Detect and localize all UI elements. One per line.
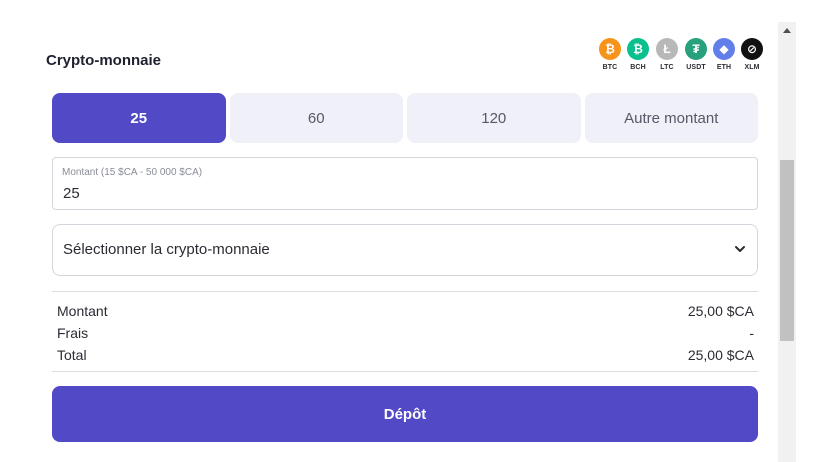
summary-total-label: Total <box>57 347 87 363</box>
coin-usdt: ₮ USDT <box>683 38 709 71</box>
crypto-deposit-panel: Crypto-monnaie ₿ BTC ₿ BCH Ł LTC ₮ USDT … <box>0 0 778 462</box>
coin-bch: ₿ BCH <box>625 38 651 71</box>
amount-option-other[interactable]: Autre montant <box>584 93 758 143</box>
summary-amount-label: Montant <box>57 303 108 319</box>
summary-row-amount: Montant 25,00 $CA <box>57 301 754 323</box>
section-title: Crypto-monnaie <box>46 52 162 69</box>
coin-label: LTC <box>660 64 674 71</box>
scrollbar-thumb[interactable] <box>780 160 794 341</box>
coin-xlm: ⊘ XLM <box>739 38 765 71</box>
coin-label: XLM <box>744 64 760 71</box>
ethereum-icon: ◆ <box>713 38 735 60</box>
amount-option-60[interactable]: 60 <box>229 93 403 143</box>
scroll-up-arrow-icon[interactable] <box>778 22 796 40</box>
coin-label: ETH <box>716 64 732 71</box>
amount-option-25[interactable]: 25 <box>52 93 226 143</box>
crypto-select[interactable]: Sélectionner la crypto-monnaie <box>52 224 758 276</box>
summary-row-fees: Frais - <box>57 323 754 345</box>
litecoin-icon: Ł <box>656 38 678 60</box>
tether-icon: ₮ <box>685 38 707 60</box>
amount-field-label: Montant (15 $CA - 50 000 $CA) <box>62 167 203 178</box>
crypto-select-placeholder: Sélectionner la crypto-monnaie <box>63 241 270 258</box>
deposit-button[interactable]: Dépôt <box>52 386 758 442</box>
bitcoin-cash-icon: ₿ <box>627 38 649 60</box>
summary-row-total: Total 25,00 $CA <box>57 345 754 367</box>
scrollbar[interactable] <box>778 22 796 462</box>
coin-label: BCH <box>630 64 646 71</box>
chevron-down-icon <box>735 246 745 252</box>
bitcoin-icon: ₿ <box>599 38 621 60</box>
coin-label: BTC <box>602 64 618 71</box>
amount-options: 25 60 120 Autre montant <box>52 93 758 143</box>
summary-fees-label: Frais <box>57 325 89 341</box>
stellar-icon: ⊘ <box>741 38 763 60</box>
summary-amount-value: 25,00 $CA <box>687 303 754 319</box>
coin-eth: ◆ ETH <box>711 38 737 71</box>
summary: Montant 25,00 $CA Frais - Total 25,00 $C… <box>57 301 754 367</box>
coin-label: USDT <box>686 64 706 71</box>
summary-bottom-divider <box>52 371 758 372</box>
amount-field[interactable]: Montant (15 $CA - 50 000 $CA) 25 <box>52 157 758 210</box>
summary-total-value: 25,00 $CA <box>687 347 754 363</box>
coin-btc: ₿ BTC <box>597 38 623 71</box>
supported-coins: ₿ BTC ₿ BCH Ł LTC ₮ USDT ◆ ETH ⊘ XLM <box>597 38 765 78</box>
summary-fees-value: - <box>749 325 754 341</box>
coin-ltc: Ł LTC <box>654 38 680 71</box>
amount-option-120[interactable]: 120 <box>407 93 581 143</box>
amount-field-value[interactable]: 25 <box>63 185 80 202</box>
summary-top-divider <box>52 291 758 292</box>
